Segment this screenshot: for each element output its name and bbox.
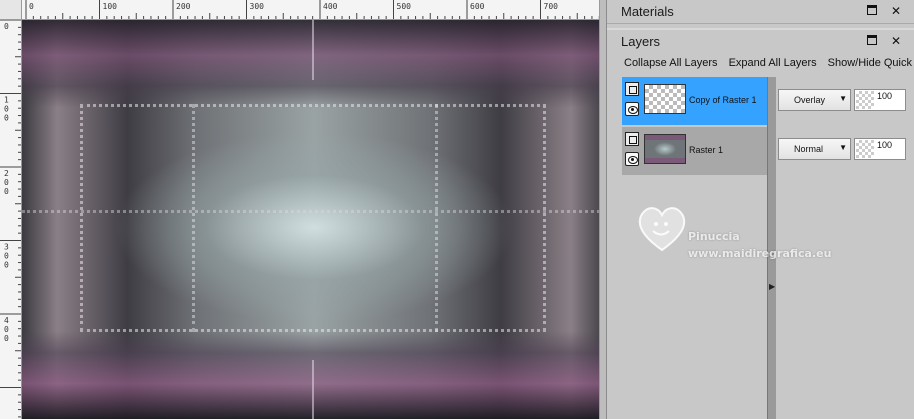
ruler-vertical-ticks: 0100200300400 xyxy=(0,20,21,418)
layer-thumbnail xyxy=(644,134,686,164)
dropdown-arrow-icon: ▼ xyxy=(839,143,847,152)
materials-panel-title: Materials xyxy=(621,4,674,19)
image-light-ray xyxy=(312,20,314,80)
ruler-label: 2 xyxy=(4,169,9,178)
image-bottom-band xyxy=(22,331,606,419)
heart-smiley-icon xyxy=(638,207,686,252)
layer-row-raster-1[interactable]: Raster 1 xyxy=(622,127,776,175)
ruler-label: 0 xyxy=(4,261,9,270)
maximize-icon[interactable] xyxy=(867,35,877,45)
opacity-swatch xyxy=(856,91,874,109)
ruler-label: 0 xyxy=(4,325,9,334)
blend-mode-select[interactable]: Overlay ▼ xyxy=(778,89,851,111)
blend-mode-value: Overlay xyxy=(794,95,826,105)
layers-panel-title: Layers xyxy=(621,33,661,49)
blend-mode-value: Normal xyxy=(794,144,824,154)
show-hide-quick-button[interactable]: Show/Hide Quick xyxy=(828,57,912,69)
close-icon[interactable]: ✕ xyxy=(891,5,901,17)
ruler-label: 0 xyxy=(4,187,9,196)
layers-panel-header: Layers ✕ xyxy=(607,28,914,52)
watermark: Pinuccia www.maidiregrafica.eu xyxy=(634,200,864,270)
maximize-icon[interactable] xyxy=(867,5,877,15)
ruler-label: 500 xyxy=(397,2,412,11)
close-icon[interactable]: ✕ xyxy=(891,35,901,47)
scroll-right-arrow-icon[interactable]: ▶ xyxy=(769,282,775,291)
ruler-label: 400 xyxy=(323,2,338,11)
app-window: 0 100 200 300 400 500 600 700 0100200300400 Mat… xyxy=(0,0,914,419)
ruler-label: 0 xyxy=(4,178,9,187)
layer-name: Copy of Raster 1 xyxy=(689,95,757,105)
layer-name: Raster 1 xyxy=(689,145,724,155)
image-dotted-line xyxy=(22,210,606,213)
ruler-label: 700 xyxy=(544,2,559,11)
image-light-ray xyxy=(312,360,314,419)
layer-thumbnail xyxy=(644,84,686,114)
canvas-area: 0 100 200 300 400 500 600 700 0100200300400 xyxy=(0,0,606,419)
image-top-band xyxy=(22,20,606,108)
ruler-label: 1 xyxy=(4,96,9,105)
ruler-label: 3 xyxy=(4,243,9,252)
ruler-horizontal: 0 100 200 300 400 500 600 700 xyxy=(22,0,606,20)
opacity-swatch xyxy=(856,140,874,158)
canvas-scrollbar[interactable] xyxy=(599,0,606,419)
layer-group-icon[interactable] xyxy=(625,132,639,146)
ruler-label: 4 xyxy=(4,316,9,325)
collapse-all-layers-button[interactable]: Collapse All Layers xyxy=(624,57,718,69)
ruler-label: 0 xyxy=(4,22,9,31)
eye-icon[interactable] xyxy=(625,102,639,116)
layer-group-icon[interactable] xyxy=(625,82,639,96)
layer-list: Copy of Raster 1 Raster 1 xyxy=(622,77,776,175)
opacity-field[interactable]: 100 xyxy=(854,89,906,111)
dropdown-arrow-icon: ▼ xyxy=(839,94,847,103)
watermark-site: www.maidiregrafica.eu xyxy=(688,247,832,260)
opacity-value: 100 xyxy=(877,91,893,101)
image-inner-frame xyxy=(192,104,438,332)
layers-toolbar: Collapse All Layers Expand All Layers Sh… xyxy=(607,52,914,74)
blend-mode-select[interactable]: Normal ▼ xyxy=(778,138,851,160)
materials-panel-header: Materials ✕ xyxy=(607,0,914,24)
ruler-label: 200 xyxy=(176,2,191,11)
opacity-field[interactable]: 100 xyxy=(854,138,906,160)
ruler-label: 0 xyxy=(4,252,9,261)
ruler-label: 600 xyxy=(470,2,485,11)
opacity-value: 100 xyxy=(877,140,893,150)
ruler-label: 100 xyxy=(103,2,118,11)
ruler-label: 0 xyxy=(4,114,9,123)
eye-icon[interactable] xyxy=(625,152,639,166)
expand-all-layers-button[interactable]: Expand All Layers xyxy=(729,57,817,69)
ruler-label: 0 xyxy=(4,105,9,114)
ruler-label: 0 xyxy=(4,334,9,343)
ruler-corner xyxy=(0,0,22,20)
ruler-horizontal-ticks: 0 100 200 300 400 500 600 700 xyxy=(25,0,600,19)
layer-row-copy-of-raster-1[interactable]: Copy of Raster 1 xyxy=(622,77,776,125)
watermark-name: Pinuccia xyxy=(688,230,740,243)
document-image[interactable] xyxy=(22,20,606,419)
ruler-label: 0 xyxy=(29,2,34,11)
ruler-label: 300 xyxy=(250,2,265,11)
ruler-vertical: 0100200300400 xyxy=(0,20,22,419)
